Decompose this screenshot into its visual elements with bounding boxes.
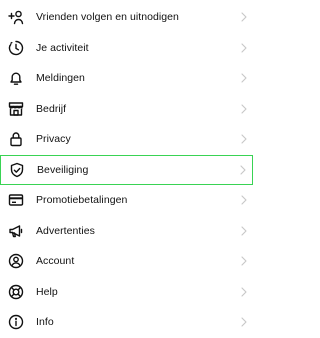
chevron-right-icon — [241, 43, 247, 53]
menu-item-info[interactable]: Info — [0, 307, 253, 338]
chevron-right-icon — [241, 104, 247, 114]
lifebuoy-icon — [8, 284, 24, 300]
menu-item-notifications[interactable]: Meldingen — [0, 63, 253, 94]
menu-item-account[interactable]: Account — [0, 246, 253, 277]
chevron-right-icon — [241, 134, 247, 144]
chevron-right-icon — [241, 256, 247, 266]
chevron-right-icon — [241, 287, 247, 297]
activity-clock-icon — [8, 40, 24, 56]
info-icon — [8, 314, 24, 330]
menu-item-promotion-payments[interactable]: Promotiebetalingen — [0, 185, 253, 216]
account-icon — [8, 253, 24, 269]
lock-icon — [8, 131, 24, 147]
megaphone-icon — [8, 223, 24, 239]
menu-item-ads[interactable]: Advertenties — [0, 216, 253, 247]
settings-menu-list: Vrienden volgen en uitnodigen Je activit… — [0, 2, 253, 338]
menu-item-label: Advertenties — [36, 224, 95, 237]
menu-item-security[interactable]: Beveiliging — [0, 154, 253, 185]
store-icon — [8, 101, 24, 117]
menu-item-privacy[interactable]: Privacy — [0, 124, 253, 155]
menu-item-follow-invite-friends[interactable]: Vrienden volgen en uitnodigen — [0, 2, 253, 33]
menu-item-help[interactable]: Help — [0, 277, 253, 308]
chevron-right-icon — [241, 317, 247, 327]
menu-item-label: Account — [36, 255, 75, 268]
menu-item-label: Privacy — [36, 133, 71, 146]
shield-check-icon — [9, 162, 25, 178]
menu-item-label: Meldingen — [36, 72, 85, 85]
bell-icon — [8, 70, 24, 86]
menu-item-label: Vrienden volgen en uitnodigen — [36, 11, 179, 24]
menu-item-business[interactable]: Bedrijf — [0, 94, 253, 125]
menu-item-label: Bedrijf — [36, 102, 67, 115]
add-person-icon — [8, 9, 24, 25]
credit-card-icon — [8, 192, 24, 208]
menu-item-label: Help — [36, 285, 58, 298]
chevron-right-icon — [241, 226, 247, 236]
chevron-right-icon — [241, 73, 247, 83]
chevron-right-icon — [241, 12, 247, 22]
menu-item-your-activity[interactable]: Je activiteit — [0, 33, 253, 64]
menu-item-label: Promotiebetalingen — [36, 194, 128, 207]
chevron-right-icon — [240, 165, 246, 175]
menu-item-label: Beveiliging — [37, 163, 89, 176]
menu-item-label: Info — [36, 316, 54, 329]
menu-item-label: Je activiteit — [36, 41, 89, 54]
chevron-right-icon — [241, 195, 247, 205]
